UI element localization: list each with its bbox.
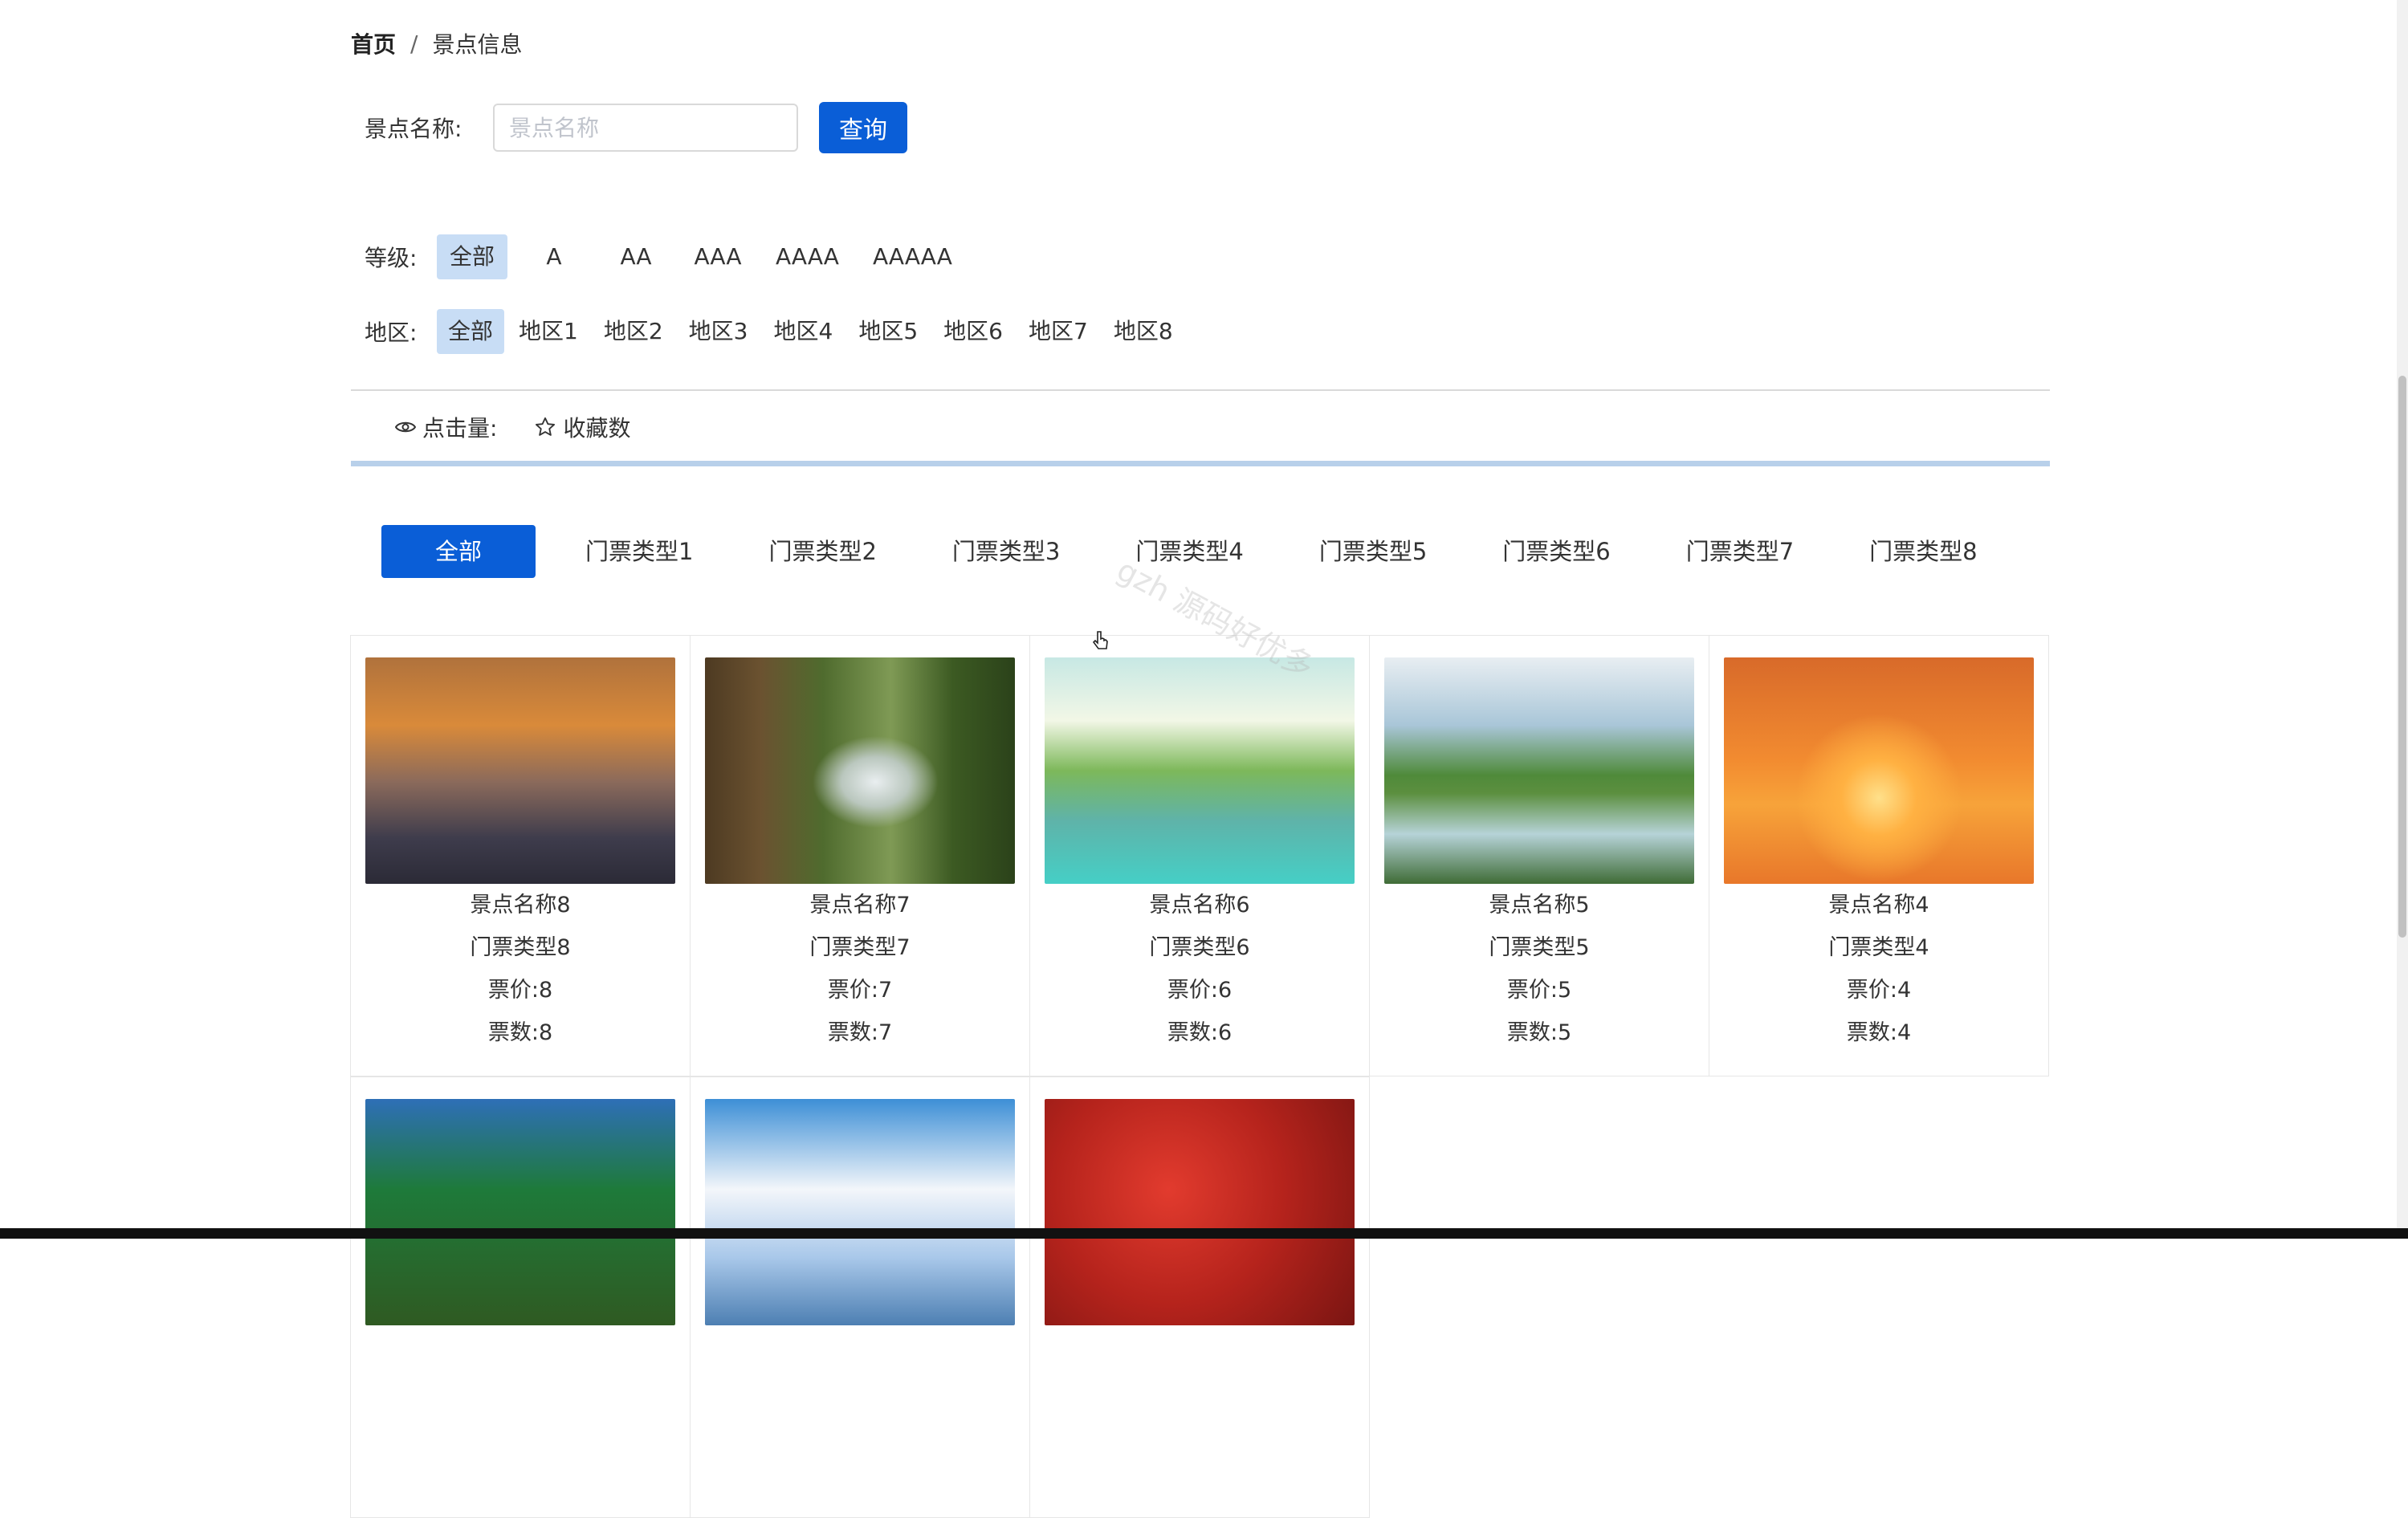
area-option-8[interactable]: 地区8 — [1102, 309, 1184, 354]
area-filter-label: 地区: — [365, 319, 418, 346]
scenic-card[interactable]: 景点名称7 门票类型7 票价:7 票数:7 — [690, 635, 1030, 1076]
scenic-image[interactable] — [365, 1099, 675, 1325]
ticket-count: 票数:8 — [487, 1020, 553, 1045]
scenic-image[interactable] — [1045, 657, 1355, 884]
ticket-price: 票价:5 — [1506, 978, 1572, 1003]
scenic-name: 景点名称7 — [809, 893, 911, 918]
level-option-aaa[interactable]: AAA — [682, 234, 753, 279]
scenic-image[interactable] — [1384, 657, 1694, 884]
sort-by-favorites[interactable]: 收藏数 — [534, 411, 630, 443]
ticket-type-tabs: 全部 门票类型1 门票类型2 门票类型3 门票类型4 门票类型5 门票类型6 门… — [381, 525, 2027, 578]
scenic-image[interactable] — [705, 1099, 1015, 1325]
tab-ticket-type-2[interactable]: 门票类型2 — [743, 525, 902, 578]
level-option-all[interactable]: 全部 — [437, 234, 507, 279]
ticket-type: 门票类型8 — [470, 935, 571, 960]
scenic-name: 景点名称4 — [1828, 893, 1929, 918]
tab-ticket-type-3[interactable]: 门票类型3 — [927, 525, 1086, 578]
scenic-name: 景点名称6 — [1149, 893, 1250, 918]
scenic-image[interactable] — [1045, 1099, 1355, 1325]
area-option-3[interactable]: 地区3 — [678, 309, 760, 354]
tab-all[interactable]: 全部 — [381, 525, 536, 578]
search-bar: 景点名称: 查询 — [365, 102, 907, 153]
ticket-type: 门票类型5 — [1489, 935, 1590, 960]
ticket-price: 票价:6 — [1167, 978, 1233, 1003]
ticket-type: 门票类型7 — [809, 935, 911, 960]
mouse-pointer-icon — [1092, 631, 1108, 649]
area-option-6[interactable]: 地区6 — [932, 309, 1014, 354]
scenic-card[interactable]: 景点名称4 门票类型4 票价:4 票数:4 — [1709, 635, 2049, 1076]
ticket-type: 门票类型6 — [1149, 935, 1250, 960]
scenic-spot-grid: 景点名称8 门票类型8 票价:8 票数:8 景点名称7 门票类型7 票价:7 票… — [350, 635, 2050, 1518]
level-option-aaaaa[interactable]: AAAAA — [862, 234, 964, 279]
tab-ticket-type-4[interactable]: 门票类型4 — [1110, 525, 1269, 578]
breadcrumb: 首页 / 景点信息 — [351, 27, 522, 59]
scenic-image[interactable] — [705, 657, 1015, 884]
area-option-2[interactable]: 地区2 — [593, 309, 674, 354]
scenic-name: 景点名称5 — [1489, 893, 1590, 918]
star-icon — [536, 417, 556, 436]
tab-ticket-type-5[interactable]: 门票类型5 — [1294, 525, 1453, 578]
scenic-card[interactable] — [690, 1076, 1030, 1518]
ticket-count: 票数:6 — [1167, 1020, 1233, 1045]
eye-icon — [395, 421, 416, 433]
scenic-name: 景点名称8 — [470, 893, 571, 918]
search-input[interactable] — [493, 104, 798, 152]
breadcrumb-current: 景点信息 — [432, 31, 523, 58]
scenic-image[interactable] — [1724, 657, 2034, 884]
breadcrumb-home[interactable]: 首页 — [351, 27, 396, 59]
scenic-card[interactable]: 景点名称8 门票类型8 票价:8 票数:8 — [350, 635, 691, 1076]
level-option-a[interactable]: A — [519, 234, 589, 279]
bottom-bar — [0, 1228, 2408, 1239]
divider — [351, 389, 2050, 391]
scenic-card[interactable] — [350, 1076, 691, 1518]
ticket-price: 票价:8 — [487, 978, 553, 1003]
ticket-price: 票价:7 — [827, 978, 893, 1003]
area-option-1[interactable]: 地区1 — [507, 309, 589, 354]
level-filter: 等级: 全部 A AA AAA AAAA AAAAA — [365, 234, 975, 279]
search-label: 景点名称: — [365, 116, 462, 142]
breadcrumb-separator: / — [410, 30, 418, 57]
sort-favorites-label: 收藏数 — [563, 415, 631, 442]
area-option-all[interactable]: 全部 — [437, 309, 505, 354]
tab-ticket-type-7[interactable]: 门票类型7 — [1660, 525, 1819, 578]
ticket-count: 票数:5 — [1506, 1020, 1572, 1045]
scenic-image[interactable] — [365, 657, 675, 884]
area-option-7[interactable]: 地区7 — [1017, 309, 1099, 354]
tab-ticket-type-6[interactable]: 门票类型6 — [1477, 525, 1636, 578]
vertical-scrollbar[interactable] — [2397, 0, 2408, 1228]
scenic-card[interactable] — [1029, 1076, 1370, 1518]
tab-ticket-type-8[interactable]: 门票类型8 — [1844, 525, 2003, 578]
scrollbar-thumb[interactable] — [2398, 376, 2406, 938]
sort-bar: 点击量: 收藏数 — [395, 411, 667, 443]
level-filter-label: 等级: — [365, 245, 418, 271]
area-option-4[interactable]: 地区4 — [763, 309, 845, 354]
scenic-card[interactable]: 景点名称5 门票类型5 票价:5 票数:5 — [1369, 635, 1709, 1076]
tab-ticket-type-1[interactable]: 门票类型1 — [560, 525, 719, 578]
search-button[interactable]: 查询 — [819, 102, 907, 153]
ticket-count: 票数:4 — [1846, 1020, 1912, 1045]
area-option-5[interactable]: 地区5 — [847, 309, 929, 354]
section-accent-line — [351, 461, 2050, 466]
level-option-aa[interactable]: AA — [601, 234, 671, 279]
sort-by-clicks[interactable]: 点击量: — [395, 411, 497, 443]
ticket-count: 票数:7 — [827, 1020, 893, 1045]
ticket-type: 门票类型4 — [1828, 935, 1929, 960]
area-filter: 地区: 全部 地区1 地区2 地区3 地区4 地区5 地区6 地区7 地区8 — [365, 309, 1188, 354]
sort-clicks-label: 点击量: — [422, 415, 498, 442]
scenic-info-page: 首页 / 景点信息 景点名称: 查询 等级: 全部 A AA AAA AAAA … — [350, 0, 2050, 1518]
level-option-aaaa[interactable]: AAAA — [764, 234, 850, 279]
scenic-card[interactable]: 景点名称6 门票类型6 票价:6 票数:6 — [1029, 635, 1370, 1076]
ticket-price: 票价:4 — [1846, 978, 1912, 1003]
